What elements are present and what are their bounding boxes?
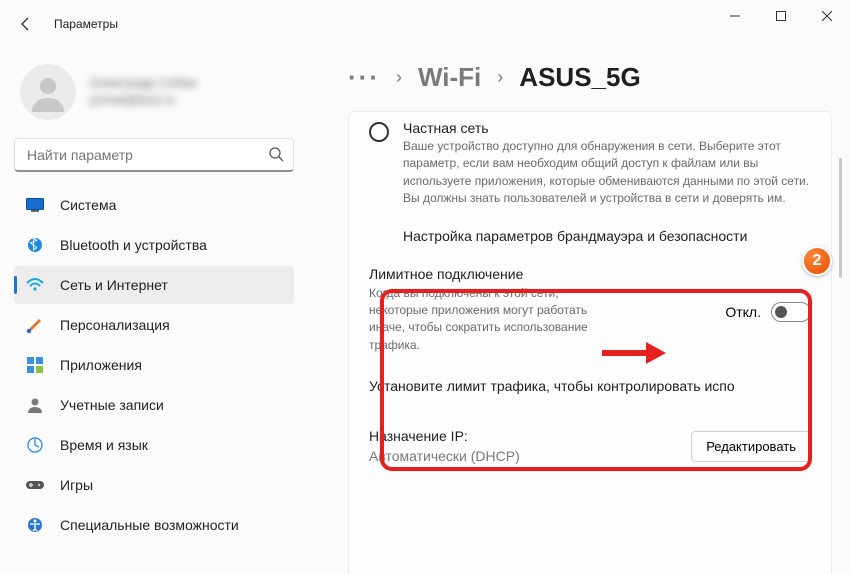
breadcrumb-overflow[interactable]: ···	[348, 62, 380, 93]
breadcrumb-wifi[interactable]: Wi-Fi	[418, 62, 481, 93]
main-pane: ··· › Wi-Fi › ASUS_5G Частная сеть Ваше …	[308, 48, 850, 574]
sidebar-item-bluetooth[interactable]: Bluetooth и устройства	[14, 226, 294, 264]
avatar	[20, 64, 76, 120]
sidebar-item-accounts[interactable]: Учетные записи	[14, 386, 294, 424]
maximize-button[interactable]	[758, 0, 804, 32]
sidebar-item-personalization[interactable]: Персонализация	[14, 306, 294, 344]
close-button[interactable]	[804, 0, 850, 32]
profile-block[interactable]: Александр Собин primal@test.ru	[14, 56, 294, 138]
sidebar-item-label: Персонализация	[60, 317, 170, 333]
annotation-arrow-icon	[600, 340, 666, 366]
display-icon	[26, 196, 44, 214]
profile-text: Александр Собин primal@test.ru	[90, 75, 197, 109]
arrow-left-icon	[18, 16, 34, 32]
titlebar: Параметры	[0, 0, 850, 48]
sidebar-item-label: Система	[60, 197, 116, 213]
edit-ip-button[interactable]: Редактировать	[691, 431, 811, 462]
firewall-settings-link[interactable]: Настройка параметров брандмауэра и безоп…	[369, 218, 811, 260]
sidebar-item-label: Время и язык	[60, 437, 148, 453]
profile-email: primal@test.ru	[90, 92, 197, 109]
window-controls	[712, 0, 850, 32]
close-icon	[822, 11, 832, 21]
ip-title: Назначение IP:	[369, 428, 520, 444]
clock-globe-icon	[26, 436, 44, 454]
back-button[interactable]	[6, 4, 46, 44]
search-icon	[268, 146, 284, 167]
sidebar-item-label: Приложения	[60, 357, 142, 373]
apps-icon	[26, 356, 44, 374]
radio-icon[interactable]	[369, 122, 389, 142]
set-data-limit-link[interactable]: Установите лимит трафика, чтобы контроли…	[369, 354, 811, 410]
search-wrap	[14, 138, 294, 186]
accessibility-icon	[26, 516, 44, 534]
sidebar-item-label: Специальные возможности	[60, 517, 239, 533]
search-input[interactable]	[14, 138, 294, 172]
wifi-icon	[26, 276, 44, 294]
network-profile-private[interactable]: Частная сеть Ваше устройство доступно дл…	[369, 116, 811, 218]
scrollbar-thumb[interactable]	[839, 158, 842, 278]
sidebar-item-network[interactable]: Сеть и Интернет	[14, 266, 294, 304]
sidebar-item-label: Сеть и Интернет	[60, 277, 168, 293]
sidebar-item-apps[interactable]: Приложения	[14, 346, 294, 384]
sidebar-item-label: Bluetooth и устройства	[60, 237, 207, 253]
toggle-state-label: Откл.	[725, 304, 761, 320]
chevron-right-icon: ›	[497, 67, 503, 88]
ip-assignment-row: Назначение IP: Автоматически (DHCP) Реда…	[369, 410, 811, 470]
sidebar-item-accessibility[interactable]: Специальные возможности	[14, 506, 294, 544]
sidebar-item-label: Игры	[60, 477, 93, 493]
sidebar-item-gaming[interactable]: Игры	[14, 466, 294, 504]
accounts-icon	[26, 396, 44, 414]
bluetooth-icon	[26, 236, 44, 254]
metered-connection-row: Лимитное подключение Когда вы подключены…	[369, 260, 811, 355]
chevron-right-icon: ›	[396, 67, 402, 88]
breadcrumb-current: ASUS_5G	[519, 62, 640, 93]
sidebar: Александр Собин primal@test.ru Система B…	[0, 48, 308, 574]
maximize-icon	[776, 11, 786, 21]
annotation-step-badge: 2	[802, 246, 832, 276]
private-net-desc: Ваше устройство доступно для обнаружения…	[403, 138, 811, 208]
brush-icon	[26, 316, 44, 334]
sidebar-item-time[interactable]: Время и язык	[14, 426, 294, 464]
sidebar-item-system[interactable]: Система	[14, 186, 294, 224]
metered-desc: Когда вы подключены к этой сети, некотор…	[369, 285, 589, 355]
sidebar-item-label: Учетные записи	[60, 397, 164, 413]
breadcrumb: ··· › Wi-Fi › ASUS_5G	[348, 62, 832, 93]
ip-value: Автоматически (DHCP)	[369, 448, 520, 464]
metered-toggle[interactable]	[771, 302, 811, 322]
settings-window: Параметры Александр Собин primal@test.ru	[0, 0, 850, 574]
settings-panel: Частная сеть Ваше устройство доступно дл…	[348, 111, 832, 574]
profile-name: Александр Собин	[90, 75, 197, 92]
person-icon	[28, 72, 68, 112]
minimize-icon	[730, 11, 740, 21]
minimize-button[interactable]	[712, 0, 758, 32]
gamepad-icon	[26, 476, 44, 494]
private-net-title: Частная сеть	[403, 120, 811, 136]
nav-list: Система Bluetooth и устройства Сеть и Ин…	[14, 186, 294, 544]
window-title: Параметры	[54, 17, 118, 31]
metered-title: Лимитное подключение	[369, 266, 589, 282]
